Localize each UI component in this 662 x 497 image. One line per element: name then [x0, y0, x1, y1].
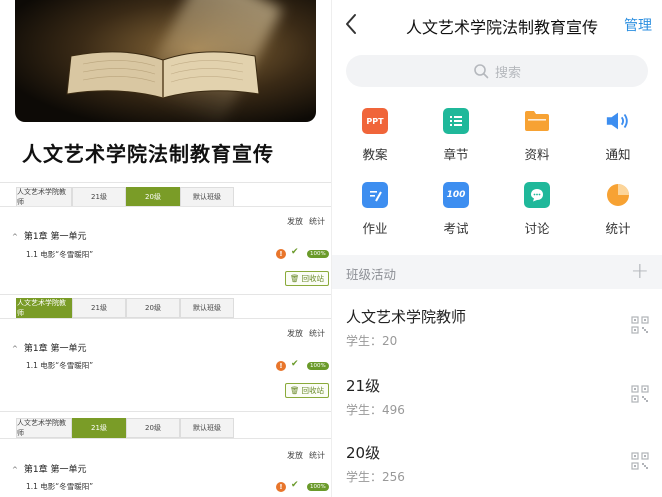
- section-title: 班级活动: [346, 267, 397, 282]
- course-title: 人文艺术学院法制教育宣传: [22, 142, 274, 166]
- tab-20[interactable]: 20级: [126, 418, 180, 438]
- alert-badge: !: [276, 361, 286, 371]
- left-course-panel: 人文艺术学院法制教育宣传 人文艺术学院教师 21级 20级 默认班级 发放 统计…: [0, 0, 331, 497]
- chapter-row[interactable]: ^ 第1章 第一单元: [12, 229, 86, 242]
- grid-label: 讨论: [524, 221, 550, 236]
- collapse-caret-icon[interactable]: ^: [12, 466, 18, 474]
- distribute-link[interactable]: 发放: [287, 328, 303, 339]
- pie-chart-icon: [605, 182, 631, 208]
- lesson-title[interactable]: 1.1 电影“冬雪暖阳”: [26, 481, 93, 492]
- chapter-title: 第1章 第一单元: [23, 232, 87, 242]
- page-title: 人文艺术学院法制教育宣传: [405, 18, 598, 37]
- grid-label: 作业: [362, 221, 388, 236]
- collapse-caret-icon[interactable]: ^: [12, 233, 18, 241]
- search-icon: [474, 64, 489, 79]
- tab-default[interactable]: 默认班级: [180, 418, 234, 438]
- tab-21[interactable]: 21级: [72, 418, 126, 438]
- tab-20[interactable]: 20级: [126, 187, 180, 207]
- grid-item-materials[interactable]: 资料: [496, 108, 578, 170]
- alert-badge: !: [276, 249, 286, 259]
- check-icon: ✔: [291, 247, 299, 257]
- chapter-title: 第1章 第一单元: [23, 465, 87, 475]
- class-tabs: 人文艺术学院教师 21级 20级 默认班级: [16, 418, 234, 438]
- tab-default[interactable]: 默认班级: [180, 187, 234, 207]
- grid-item-discussion[interactable]: 讨论: [496, 182, 578, 244]
- student-count: 学生：20: [346, 334, 398, 348]
- search-placeholder: 搜索: [494, 65, 521, 81]
- manage-button[interactable]: 管理: [624, 15, 652, 35]
- grid-label: 章节: [443, 147, 469, 162]
- grid-item-homework[interactable]: 作业: [334, 182, 416, 244]
- class-name: 人文艺术学院教师: [346, 308, 467, 326]
- grid-item-statistics[interactable]: 统计: [577, 182, 659, 244]
- grid-item-lesson-plan[interactable]: PPT 教案: [334, 108, 416, 170]
- tab-teacher[interactable]: 人文艺术学院教师: [16, 187, 72, 207]
- class-activity-header: 班级活动 +: [332, 255, 662, 289]
- tab-teacher[interactable]: 人文艺术学院教师: [16, 418, 72, 438]
- discussion-icon: [524, 182, 550, 208]
- distribute-link[interactable]: 发放: [287, 450, 303, 461]
- trash-icon: 🗑: [290, 274, 300, 283]
- stats-link[interactable]: 统计: [309, 450, 325, 461]
- chapter-list-icon: [443, 108, 469, 134]
- recycle-bin-button[interactable]: 🗑 回收站: [285, 271, 330, 286]
- grid-item-chapters[interactable]: 章节: [415, 108, 497, 170]
- alert-badge: !: [276, 482, 286, 492]
- chapter-row[interactable]: ^ 第1章 第一单元: [12, 341, 86, 354]
- tab-20[interactable]: 20级: [126, 298, 180, 318]
- tab-default[interactable]: 默认班级: [180, 298, 234, 318]
- trash-icon: 🗑: [290, 386, 300, 395]
- class-row[interactable]: 21级 学生：496: [332, 375, 662, 443]
- progress-badge: 100%: [307, 250, 329, 258]
- back-arrow-icon[interactable]: [342, 12, 362, 36]
- lesson-title[interactable]: 1.1 电影“冬雪暖阳”: [26, 249, 93, 260]
- course-cover-image: [15, 0, 316, 122]
- distribute-link[interactable]: 发放: [287, 216, 303, 227]
- recycle-label: 回收站: [301, 274, 325, 283]
- check-icon: ✔: [291, 480, 299, 490]
- student-count: 学生：256: [346, 470, 405, 484]
- ppt-icon: PPT: [362, 108, 388, 134]
- grid-label: 资料: [524, 147, 550, 162]
- chapter-title: 第1章 第一单元: [23, 344, 87, 354]
- grid-label: 教案: [362, 147, 388, 162]
- qr-code-icon[interactable]: [631, 316, 649, 334]
- right-course-panel: 人文艺术学院法制教育宣传 管理 搜索 PPT 教案 章节 资料 通知 作业 10…: [331, 0, 662, 497]
- grid-label: 考试: [443, 221, 469, 236]
- folder-icon: [524, 108, 550, 134]
- collapse-caret-icon[interactable]: ^: [12, 345, 18, 353]
- tab-21[interactable]: 21级: [72, 187, 126, 207]
- class-row[interactable]: 20级 学生：256: [332, 442, 662, 497]
- check-icon: ✔: [291, 359, 299, 369]
- exam-icon: 100: [443, 182, 469, 208]
- class-row[interactable]: 人文艺术学院教师 学生：20: [332, 306, 662, 374]
- progress-badge: 100%: [307, 483, 329, 491]
- add-class-icon[interactable]: +: [631, 259, 649, 284]
- stats-link[interactable]: 统计: [309, 216, 325, 227]
- lesson-title[interactable]: 1.1 电影“冬雪暖阳”: [26, 360, 93, 371]
- tab-teacher[interactable]: 人文艺术学院教师: [16, 298, 72, 318]
- tab-21[interactable]: 21级: [72, 298, 126, 318]
- open-book-image: [66, 51, 260, 99]
- progress-badge: 100%: [307, 362, 329, 370]
- qr-code-icon[interactable]: [631, 452, 649, 470]
- grid-label: 通知: [605, 147, 631, 162]
- student-count: 学生：496: [346, 403, 405, 417]
- recycle-bin-button[interactable]: 🗑 回收站: [285, 383, 330, 398]
- stats-link[interactable]: 统计: [309, 328, 325, 339]
- class-name: 20级: [346, 444, 381, 462]
- chapter-row[interactable]: ^ 第1章 第一单元: [12, 462, 86, 475]
- grid-item-exams[interactable]: 100 考试: [415, 182, 497, 244]
- grid-item-notices[interactable]: 通知: [577, 108, 659, 170]
- search-bar[interactable]: 搜索: [346, 55, 648, 87]
- qr-code-icon[interactable]: [631, 385, 649, 403]
- recycle-label: 回收站: [301, 386, 325, 395]
- speaker-icon: [605, 108, 631, 134]
- class-tabs: 人文艺术学院教师 21级 20级 默认班级: [16, 298, 234, 318]
- homework-icon: [362, 182, 388, 208]
- class-tabs: 人文艺术学院教师 21级 20级 默认班级: [16, 187, 234, 207]
- grid-label: 统计: [605, 221, 631, 236]
- class-name: 21级: [346, 377, 381, 395]
